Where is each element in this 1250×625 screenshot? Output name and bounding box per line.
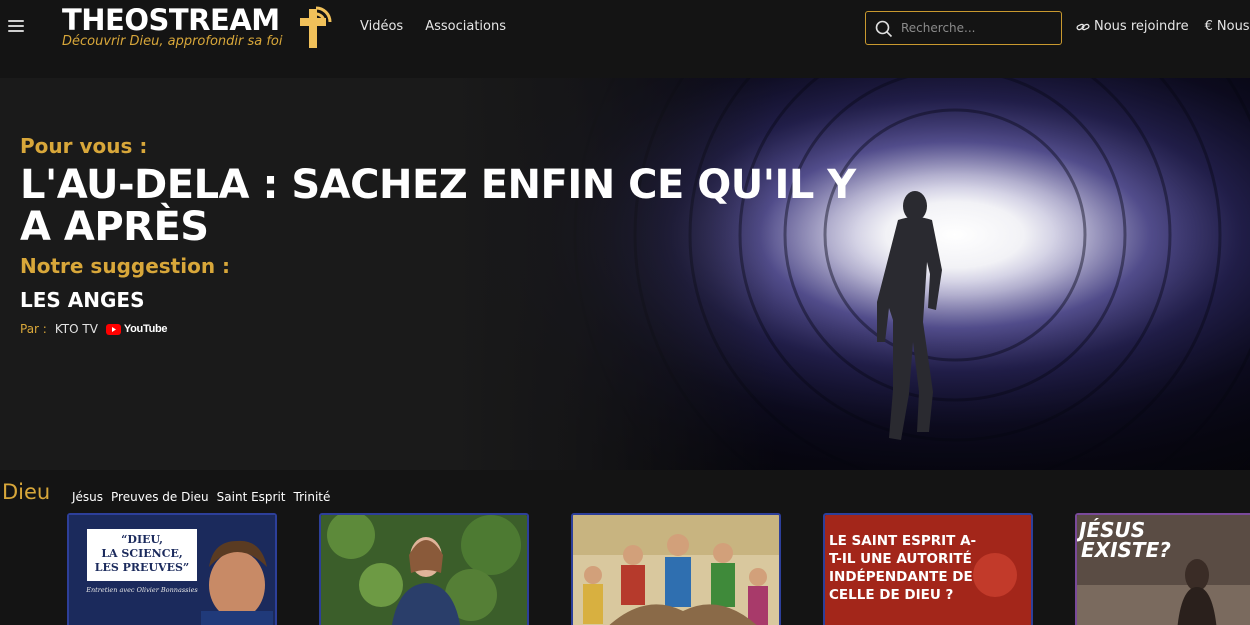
category-title[interactable]: Dieu [2, 480, 50, 504]
card4-line3: INDÉPENDANTE DE [829, 568, 973, 585]
youtube-play-icon [105, 323, 121, 335]
main-nav: Vidéos Associations [360, 19, 506, 34]
search-input[interactable] [901, 12, 1056, 44]
link-icon [1076, 23, 1090, 30]
video-card[interactable]: LE SAINT ESPRIT A- T-IL UNE AUTORITÉ IND… [823, 513, 1033, 625]
tag-preuves-de-dieu[interactable]: Preuves de Dieu [111, 490, 209, 504]
hero-title[interactable]: L'AU-DELA : SACHEZ ENFIN CE QU'IL Y A AP… [20, 164, 880, 248]
video-card[interactable]: “DIEU, LA SCIENCE, LES PREUVES” Entretie… [67, 513, 277, 625]
video-thumbnail: LE SAINT ESPRIT A- T-IL UNE AUTORITÉ IND… [825, 515, 1031, 625]
card1-line3: LES PREUVES” [95, 561, 189, 574]
category-tags: Jésus Preuves de Dieu Saint Esprit Trini… [72, 490, 330, 504]
card1-line1: “DIEU, [121, 533, 163, 546]
join-label: Nous rejoindre [1094, 19, 1189, 34]
hamburger-menu-icon[interactable] [8, 18, 24, 34]
tag-trinite[interactable]: Trinité [294, 490, 331, 504]
tag-jesus[interactable]: Jésus [72, 490, 103, 504]
search-icon [875, 20, 893, 38]
suggestion-label: Notre suggestion : [20, 254, 231, 278]
nav-videos[interactable]: Vidéos [360, 19, 403, 34]
hero-text-block: Pour vous : L'AU-DELA : SACHEZ ENFIN CE … [20, 134, 880, 336]
tag-saint-esprit[interactable]: Saint Esprit [217, 490, 286, 504]
header-right-links: Nous rejoindre € Nous s [1076, 19, 1250, 34]
video-card[interactable] [571, 513, 781, 625]
logo-tagline: Découvrir Dieu, approfondir sa foi [62, 34, 283, 49]
video-thumbnail: JÉSUS EXISTE? [1077, 515, 1250, 625]
video-thumbnail [573, 515, 779, 625]
support-link[interactable]: € Nous s [1205, 19, 1250, 34]
video-thumbnail [321, 515, 527, 625]
for-you-label: Pour vous : [20, 134, 148, 158]
join-link[interactable]: Nous rejoindre [1076, 19, 1189, 34]
video-card-row: “DIEU, LA SCIENCE, LES PREUVES” Entretie… [0, 513, 1250, 625]
search-box [865, 11, 1062, 45]
suggestion-byline: Par : KTO TV YouTube [20, 322, 880, 336]
support-label: Nous s [1216, 19, 1250, 34]
channel-name[interactable]: KTO TV [55, 322, 98, 336]
hero-banner[interactable]: Pour vous : L'AU-DELA : SACHEZ ENFIN CE … [0, 78, 1250, 470]
video-card[interactable]: JÉSUS EXISTE? [1075, 513, 1250, 625]
card4-line4: CELLE DE DIEU ? [829, 587, 953, 603]
suggestion-title[interactable]: LES ANGES [20, 288, 880, 312]
card1-line2: LA SCIENCE, [101, 547, 182, 560]
logo-title: THEOSTREAM [62, 3, 280, 37]
euro-icon: € [1204, 19, 1213, 34]
youtube-label: YouTube [123, 323, 168, 335]
card5-line2: EXISTE? [1081, 538, 1171, 562]
category-header: Dieu Jésus Preuves de Dieu Saint Esprit … [0, 478, 1250, 510]
card1-subtitle: Entretien avec Olivier Bonnassies [85, 586, 198, 594]
card4-line1: LE SAINT ESPRIT A- [829, 533, 976, 549]
cross-broadcast-icon [300, 6, 332, 48]
card4-line2: T-IL UNE AUTORITÉ [829, 550, 972, 567]
site-logo[interactable]: THEOSTREAM Découvrir Dieu, approfondir s… [62, 4, 337, 52]
by-prefix: Par : [20, 322, 47, 336]
video-card[interactable] [319, 513, 529, 625]
top-header: THEOSTREAM Découvrir Dieu, approfondir s… [0, 0, 1250, 56]
video-thumbnail: “DIEU, LA SCIENCE, LES PREUVES” Entretie… [69, 515, 275, 625]
nav-associations[interactable]: Associations [425, 19, 506, 34]
youtube-badge: YouTube [105, 323, 168, 335]
